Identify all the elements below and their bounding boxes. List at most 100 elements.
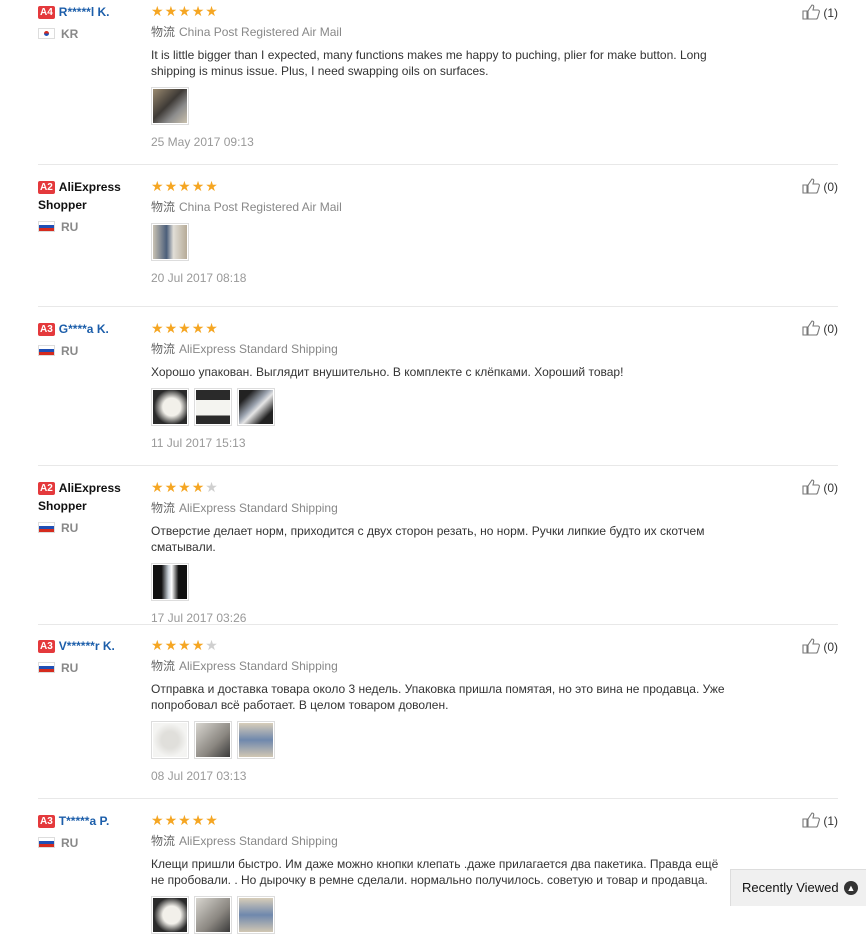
shipping-info: 物流 AliExpress Standard Shipping [151, 832, 731, 849]
review-date: 25 May 2017 09:13 [151, 135, 254, 149]
shipping-method: China Post Registered Air Mail [179, 200, 342, 214]
star-icon: ★ [151, 812, 165, 828]
shipping-method: AliExpress Standard Shipping [179, 342, 338, 356]
review-body: ★★★★★ 物流 China Post Registered Air Mail It … [151, 3, 731, 149]
review-item: A3 V******r K. RU ★★★★★ 物流 AliExpress Standar… [38, 634, 838, 799]
country-code: RU [61, 521, 79, 535]
star-icon: ★ [178, 637, 192, 653]
star-icon: ★ [205, 3, 219, 19]
thumbs-up-icon[interactable] [802, 812, 821, 828]
star-icon: ★ [191, 178, 206, 194]
reviewer-country: RU [38, 836, 138, 850]
review-photo-thumbnail[interactable] [151, 223, 189, 261]
star-icon: ★ [178, 178, 192, 194]
review-photo-thumbnail[interactable] [151, 388, 189, 426]
shipping-method: AliExpress Standard Shipping [179, 834, 338, 848]
review-item: A4 R*****l K. KR ★★★★★ 物流 China Post Register… [38, 0, 838, 165]
star-icon: ★ [151, 320, 165, 336]
star-icon: ★ [205, 178, 219, 194]
review-body: ★★★★★ 物流 AliExpress Standard Shipping Отвер… [151, 479, 731, 625]
logistics-label: 物流 [151, 501, 176, 515]
star-icon: ★ [164, 812, 179, 828]
star-icon: ★ [164, 479, 179, 495]
review-photo-thumbnail[interactable] [151, 721, 189, 759]
star-icon: ★ [164, 178, 179, 194]
reviewer-country: RU [38, 521, 138, 535]
helpful-button[interactable]: (0) [802, 638, 838, 654]
shipping-info: 物流 AliExpress Standard Shipping [151, 657, 731, 674]
review-photo-thumbnail[interactable] [194, 896, 232, 934]
star-rating: ★★★★★ [151, 178, 731, 194]
logistics-label: 物流 [151, 659, 176, 673]
reviewer-name[interactable]: G****a K. [59, 322, 109, 336]
chevron-up-icon[interactable]: ▲ [844, 881, 858, 895]
thumbs-up-icon[interactable] [802, 4, 821, 20]
review-photos [151, 563, 731, 601]
review-body: ★★★★★ 物流 China Post Registered Air Mail 20 … [151, 178, 731, 285]
review-body: ★★★★★ 物流 AliExpress Standard Shipping Клещи… [151, 812, 731, 934]
helpful-button[interactable]: (0) [802, 320, 838, 336]
review-photo-thumbnail[interactable] [151, 87, 189, 125]
star-rating: ★★★★★ [151, 320, 731, 336]
helpful-button[interactable]: (1) [802, 4, 838, 20]
country-code: RU [61, 220, 79, 234]
country-flag-icon [38, 345, 55, 356]
level-badge: A3 [38, 815, 55, 828]
review-text: It is little bigger than I expected, man… [151, 48, 707, 78]
star-icon: ★ [191, 3, 206, 19]
review-body: ★★★★★ 物流 AliExpress Standard Shipping Отпра… [151, 637, 731, 783]
shipping-info: 物流 China Post Registered Air Mail [151, 198, 731, 215]
review-photo-thumbnail[interactable] [237, 721, 275, 759]
review-date: 08 Jul 2017 03:13 [151, 769, 247, 783]
star-icon: ★ [151, 3, 165, 19]
star-icon: ★ [164, 320, 179, 336]
review-date: 11 Jul 2017 15:13 [151, 436, 246, 450]
logistics-label: 物流 [151, 25, 176, 39]
review-item: A3 T*****a P. RU ★★★★★ 物流 AliExpress Standard… [38, 808, 838, 934]
country-code: KR [61, 27, 79, 41]
country-flag-icon [38, 221, 55, 232]
star-icon: ★ [178, 812, 192, 828]
level-badge: A2 [38, 181, 55, 194]
review-photo-thumbnail[interactable] [237, 896, 275, 934]
thumbs-up-icon[interactable] [802, 320, 821, 336]
helpful-count: (1) [823, 814, 838, 828]
review-photo-thumbnail[interactable] [151, 896, 189, 934]
review-photo-thumbnail[interactable] [194, 388, 232, 426]
review-date: 20 Jul 2017 08:18 [151, 271, 247, 285]
helpful-count: (1) [823, 6, 838, 20]
helpful-button[interactable]: (0) [802, 178, 838, 194]
star-icon: ★ [205, 637, 219, 653]
level-badge: A3 [38, 323, 55, 336]
review-date: 17 Jul 2017 03:26 [151, 611, 247, 625]
helpful-button[interactable]: (0) [802, 479, 838, 495]
reviewer-name[interactable]: T*****a P. [59, 814, 109, 828]
review-photos [151, 896, 731, 934]
thumbs-up-icon[interactable] [802, 479, 821, 495]
review-photo-thumbnail[interactable] [237, 388, 275, 426]
reviewer-country: KR [38, 27, 138, 41]
reviewer-country: RU [38, 344, 138, 358]
review-photo-thumbnail[interactable] [151, 563, 189, 601]
recently-viewed-label: Recently Viewed [742, 880, 839, 895]
reviewer-name[interactable]: V******r K. [59, 639, 115, 653]
star-icon: ★ [164, 637, 179, 653]
star-icon: ★ [205, 812, 219, 828]
helpful-count: (0) [823, 481, 838, 495]
helpful-button[interactable]: (1) [802, 812, 838, 828]
level-badge: A3 [38, 640, 55, 653]
star-icon: ★ [178, 320, 192, 336]
reviewer-info: A3 G****a K. RU [38, 320, 138, 358]
reviewer-name[interactable]: R*****l K. [59, 5, 110, 19]
review-photos [151, 223, 731, 261]
review-item: A2 AliExpress Shopper RU ★★★★★ 物流 AliExpress … [38, 475, 838, 625]
star-icon: ★ [151, 178, 165, 194]
thumbs-up-icon[interactable] [802, 178, 821, 194]
star-rating: ★★★★★ [151, 3, 731, 19]
thumbs-up-icon[interactable] [802, 638, 821, 654]
star-icon: ★ [151, 637, 165, 653]
country-flag-icon [38, 837, 55, 848]
recently-viewed-button[interactable]: Recently Viewed ▲ [730, 869, 866, 906]
level-badge: A4 [38, 6, 55, 19]
review-photo-thumbnail[interactable] [194, 721, 232, 759]
